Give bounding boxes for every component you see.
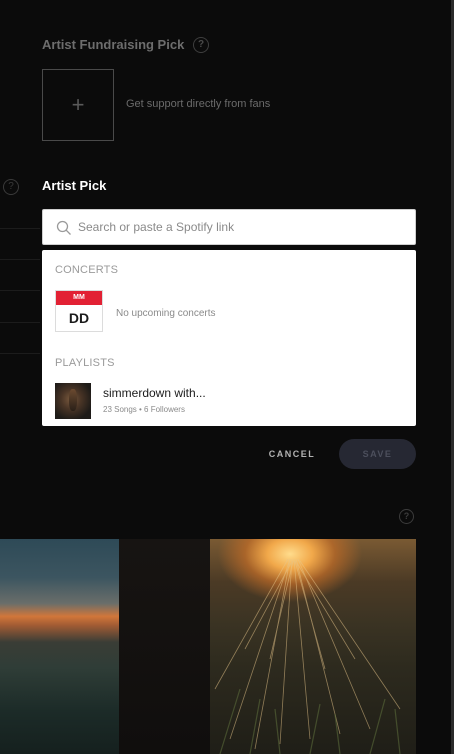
no-concerts-text: No upcoming concerts [116,308,216,319]
grass-texture [214,558,401,754]
help-icon: ? [3,179,19,195]
playlist-item[interactable]: simmerdown with... 23 Songs • 6 Follower… [42,382,416,422]
gallery-image[interactable] [0,539,119,754]
playlist-cover [55,383,91,419]
save-button[interactable]: SAVE [339,439,416,469]
search-icon [56,220,71,235]
date-day: DD [68,310,90,326]
divider [0,322,40,323]
search-input[interactable] [78,210,408,244]
calendar-icon: MM DD [55,290,103,332]
fundraising-title: Artist Fundraising Pick [42,37,185,52]
help-icon[interactable]: ? [399,509,414,524]
help-icon[interactable]: ? [193,37,209,53]
concerts-header: CONCERTS [55,264,119,276]
playlist-meta: 23 Songs • 6 Followers [103,405,185,414]
search-box[interactable] [42,209,416,245]
playlist-name: simmerdown with... [103,386,206,400]
playlists-header: PLAYLISTS [55,357,115,369]
search-dropdown: CONCERTS MM DD No upcoming concerts PLAY… [42,250,416,426]
gallery-image[interactable] [119,539,210,754]
divider [0,228,40,229]
divider [0,259,40,260]
date-month: MM [56,291,102,305]
concert-item[interactable]: MM DD No upcoming concerts [42,286,416,336]
fundraising-caption: Get support directly from fans [126,98,271,110]
plus-icon: + [71,92,85,117]
add-fundraising-button[interactable]: + [42,69,114,141]
divider [0,290,40,291]
cancel-button[interactable]: CANCEL [262,446,322,462]
artist-pick-title: Artist Pick [42,178,107,193]
gallery-image[interactable] [210,539,416,754]
divider [0,353,40,354]
